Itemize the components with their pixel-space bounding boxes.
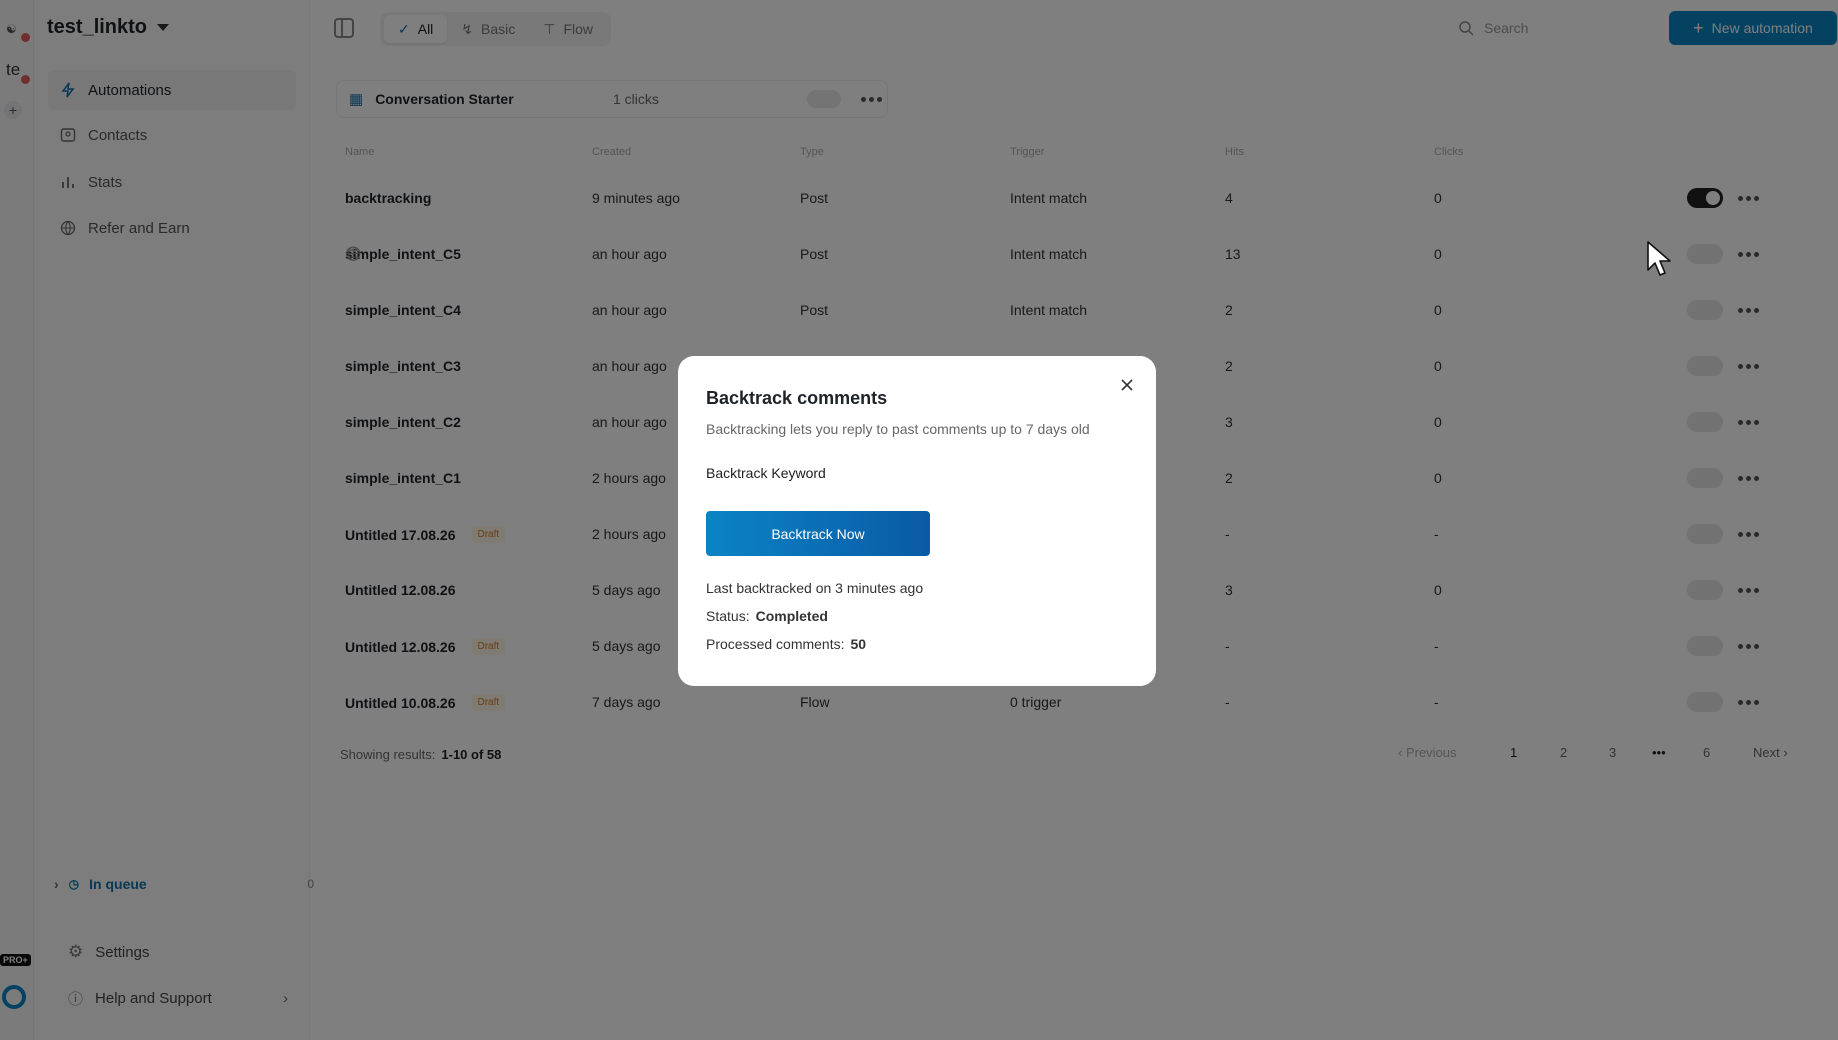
backtrack-modal: Backtrack comments Backtracking lets you… — [678, 356, 1156, 686]
processed-value: 50 — [850, 636, 867, 652]
backtrack-keyword-label: Backtrack Keyword — [706, 465, 826, 481]
close-icon[interactable] — [1118, 376, 1136, 394]
backtrack-now-button[interactable]: Backtrack Now — [706, 511, 930, 556]
modal-title: Backtrack comments — [706, 388, 888, 408]
status-line: Status: Completed — [706, 608, 828, 624]
processed-line: Processed comments: 50 — [706, 636, 867, 652]
mouse-cursor-icon — [1647, 241, 1671, 276]
status-value: Completed — [755, 608, 828, 624]
modal-subtitle: Backtracking lets you reply to past comm… — [706, 421, 1090, 437]
last-backtracked-text: Last backtracked on 3 minutes ago — [706, 580, 924, 596]
